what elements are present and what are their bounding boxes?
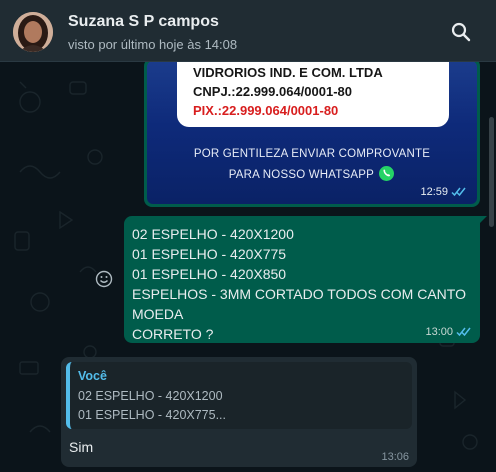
smiley-icon [95, 270, 113, 288]
incoming-message[interactable]: Você 02 ESPELHO - 420X1200 01 ESPELHO - … [61, 357, 417, 467]
message-line: 02 ESPELHO - 420X1200 [132, 226, 294, 242]
scrollbar-thumb[interactable] [489, 117, 494, 227]
image-message[interactable]: VIDRORIOS IND. E COM. LTDA CNPJ.:22.999.… [144, 62, 480, 207]
company-name-text: VIDRORIOS IND. E COM. LTDA [193, 65, 383, 80]
pix-text: PIX.:22.999.064/0001-80 [193, 103, 339, 118]
contact-name[interactable]: Suzana S P campos [68, 13, 219, 31]
image-caption-line: PARA NOSSO WHATSAPP [147, 165, 477, 182]
conversation-panel[interactable]: VIDRORIOS IND. E COM. LTDA CNPJ.:22.999.… [0, 62, 496, 472]
message-line: MOEDA [132, 306, 184, 322]
message-line: CORRETO ? [132, 326, 214, 342]
outgoing-message[interactable]: 02 ESPELHO - 420X1200 01 ESPELHO - 420X7… [124, 216, 480, 343]
message-line: 01 ESPELHO - 420X775 [132, 246, 287, 262]
message-time: 13:06 [381, 451, 409, 463]
search-icon [451, 22, 471, 42]
chat-header: Suzana S P campos visto por último hoje … [0, 0, 496, 62]
quote-line: 01 ESPELHO - 420X775... [78, 408, 227, 422]
contact-avatar[interactable] [13, 12, 53, 52]
last-seen-status: visto por último hoje às 14:08 [68, 37, 238, 52]
payment-info-image[interactable]: VIDRORIOS IND. E COM. LTDA CNPJ.:22.999.… [147, 62, 477, 204]
message-line: ESPELHOS - 3MM CORTADO TODOS COM CANTO [132, 286, 466, 302]
cnpj-text: CNPJ.:22.999.064/0001-80 [193, 84, 353, 99]
whatsapp-logo-icon [379, 166, 395, 181]
avatar-photo-icon [13, 12, 53, 52]
company-info-card: VIDRORIOS IND. E COM. LTDA CNPJ.:22.999.… [177, 62, 449, 127]
message-time: 13:00 [425, 326, 453, 338]
double-check-icon [451, 187, 466, 197]
quote-author: Você [78, 369, 107, 383]
message-line: 01 ESPELHO - 420X850 [132, 266, 287, 282]
search-button[interactable] [444, 15, 478, 49]
message-time: 12:59 [420, 186, 448, 198]
double-check-icon [456, 327, 471, 337]
message-text: Sim [69, 439, 94, 455]
image-caption-line: POR GENTILEZA ENVIAR COMPROVANTE [147, 148, 477, 160]
quoted-message[interactable]: Você 02 ESPELHO - 420X1200 01 ESPELHO - … [66, 362, 412, 429]
caption-text: POR GENTILEZA ENVIAR COMPROVANTE [193, 148, 431, 160]
react-button[interactable] [94, 269, 114, 289]
quote-line: 02 ESPELHO - 420X1200 [78, 389, 223, 403]
message-meta: 13:00 [425, 326, 472, 338]
message-meta: 12:59 [420, 186, 467, 198]
caption-text: PARA NOSSO WHATSAPP [228, 169, 374, 181]
